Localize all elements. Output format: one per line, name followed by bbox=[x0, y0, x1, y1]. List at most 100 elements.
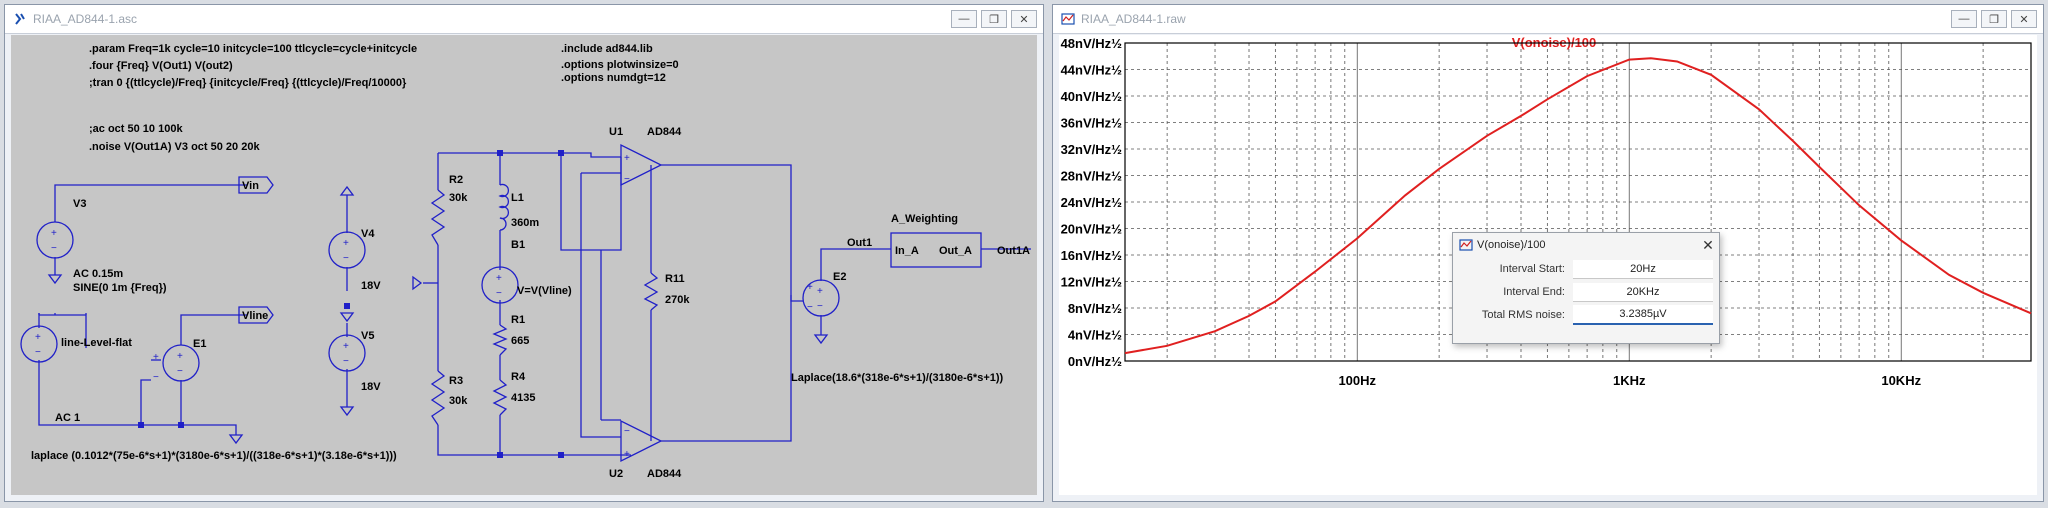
label-laplace-e2: Laplace(18.6*(318e-6*s+1)/(3180e-6*s+1)) bbox=[791, 372, 1004, 384]
label-laplace-e1: laplace (0.1012*(75e-6*s+1)*(3180e-6*s+1… bbox=[31, 450, 397, 462]
y-tick-label: 40nV/Hz½ bbox=[1061, 89, 1123, 104]
svg-text:+: + bbox=[153, 352, 159, 363]
restore-button[interactable]: ❐ bbox=[1981, 10, 2007, 28]
net-vin: Vin bbox=[242, 180, 259, 192]
label-v3: V3 bbox=[73, 198, 86, 210]
label-line-level: line-Level-flat bbox=[61, 337, 132, 349]
directive-tran[interactable]: ;tran 0 {(ttlcycle)/Freq} {initcycle/Fre… bbox=[89, 77, 407, 89]
svg-text:−: − bbox=[496, 288, 502, 299]
wires bbox=[38, 152, 1031, 456]
schematic-window[interactable]: RIAA_AD844-1.asc — ❐ ✕ .param Freq=1k cy… bbox=[4, 4, 1044, 502]
window-title: RIAA_AD844-1.raw bbox=[1081, 12, 1186, 26]
close-button[interactable]: ✕ bbox=[2011, 10, 2037, 28]
interval-end-field[interactable]: 20KHz bbox=[1573, 282, 1713, 302]
y-tick-label: 20nV/Hz½ bbox=[1061, 222, 1123, 237]
x-tick-label: 100Hz bbox=[1338, 373, 1376, 388]
y-axis-ticks: 0nV/Hz½ 4nV/Hz½ 8nV/Hz½ 12nV/Hz½ 16nV/Hz½ 20n… bbox=[1061, 36, 1123, 369]
label-r11: R11 bbox=[665, 273, 685, 285]
y-tick-label: 0nV/Hz½ bbox=[1068, 354, 1122, 369]
schematic-titlebar[interactable]: RIAA_AD844-1.asc — ❐ ✕ bbox=[5, 5, 1043, 34]
y-tick-label: 44nV/Hz½ bbox=[1061, 63, 1123, 78]
svg-text:+: + bbox=[35, 332, 41, 343]
y-tick-label: 8nV/Hz½ bbox=[1068, 301, 1122, 316]
label-u1: U1 bbox=[609, 126, 623, 138]
dialog-title: V(onoise)/100 bbox=[1477, 239, 1546, 251]
svg-text:−: − bbox=[343, 253, 349, 264]
svg-text:+: + bbox=[624, 449, 630, 460]
svg-text:−: − bbox=[343, 356, 349, 367]
restore-button[interactable]: ❐ bbox=[981, 10, 1007, 28]
y-tick-label: 48nV/Hz½ bbox=[1061, 36, 1123, 51]
label-b1: B1 bbox=[511, 239, 525, 251]
svg-text:+: + bbox=[343, 341, 349, 352]
label-b1-expr: V=V(Vline) bbox=[517, 285, 572, 297]
inductor bbox=[498, 183, 510, 231]
directive-four[interactable]: .four {Freq} V(Out1) V(out2) bbox=[89, 60, 233, 72]
label-e1: E1 bbox=[193, 338, 206, 350]
waveform-icon bbox=[1459, 239, 1473, 251]
schematic-canvas[interactable]: .param Freq=1k cycle=10 initcycle=100 tt… bbox=[11, 35, 1037, 495]
x-tick-label: 10KHz bbox=[1881, 373, 1921, 388]
label-v4: V4 bbox=[361, 228, 375, 240]
waveform-titlebar[interactable]: RIAA_AD844-1.raw — ❐ ✕ bbox=[1053, 5, 2043, 34]
label-v5-val: 18V bbox=[361, 381, 381, 393]
y-tick-label: 28nV/Hz½ bbox=[1061, 169, 1123, 184]
label-v3-ac: AC 0.15m bbox=[73, 268, 123, 280]
svg-text:+: + bbox=[817, 286, 823, 297]
label-r3: R3 bbox=[449, 375, 463, 387]
label-out1: Out1 bbox=[847, 237, 872, 249]
label-r1-val: 665 bbox=[511, 335, 529, 347]
label-r11-val: 270k bbox=[665, 294, 690, 306]
directive-param[interactable]: .param Freq=1k cycle=10 initcycle=100 tt… bbox=[89, 43, 417, 55]
interval-end-row: Interval End: 20KHz bbox=[1453, 281, 1719, 303]
label-u2-model: AD844 bbox=[647, 468, 682, 480]
y-tick-label: 16nV/Hz½ bbox=[1061, 248, 1123, 263]
label-e2: E2 bbox=[833, 271, 846, 283]
label-in-a: In_A bbox=[895, 245, 919, 257]
label-r4-val: 4135 bbox=[511, 392, 535, 404]
svg-text:−: − bbox=[177, 366, 183, 377]
interval-start-row: Interval Start: 20Hz bbox=[1453, 258, 1719, 280]
svg-text:+: + bbox=[624, 153, 630, 164]
label-v3-sine: SINE(0 1m {Freq}) bbox=[73, 282, 167, 294]
resistors bbox=[430, 189, 659, 426]
dialog-close-icon[interactable]: ✕ bbox=[1697, 237, 1719, 254]
x-axis-ticks: 100Hz 1KHz 10KHz bbox=[1338, 373, 1921, 388]
directive-numdgt[interactable]: .options numdgt=12 bbox=[561, 72, 666, 84]
window-title: RIAA_AD844-1.asc bbox=[33, 12, 138, 26]
rms-noise-dialog[interactable]: V(onoise)/100 ✕ Interval Start: 20Hz Int… bbox=[1452, 232, 1720, 344]
directive-include[interactable]: .include ad844.lib bbox=[561, 43, 653, 55]
schematic-drawing[interactable]: .param Freq=1k cycle=10 initcycle=100 tt… bbox=[11, 35, 1037, 495]
label-u2: U2 bbox=[609, 468, 623, 480]
label-r2: R2 bbox=[449, 174, 463, 186]
close-button[interactable]: ✕ bbox=[1011, 10, 1037, 28]
interval-start-label: Interval Start: bbox=[1499, 263, 1565, 275]
y-tick-label: 36nV/Hz½ bbox=[1061, 116, 1123, 131]
label-l1: L1 bbox=[511, 192, 524, 204]
net-vline: Vline bbox=[242, 310, 268, 322]
waveform-icon bbox=[1061, 13, 1075, 25]
label-l1-val: 360m bbox=[511, 217, 539, 229]
svg-text:−: − bbox=[35, 347, 41, 358]
directive-ac[interactable]: ;ac oct 50 10 100k bbox=[89, 123, 183, 135]
voltage-sources bbox=[20, 221, 840, 382]
y-tick-label: 24nV/Hz½ bbox=[1061, 195, 1123, 210]
y-tick-label: 4nV/Hz½ bbox=[1068, 328, 1122, 343]
label-r2-val: 30k bbox=[449, 192, 468, 204]
rms-label: Total RMS noise: bbox=[1481, 309, 1565, 321]
y-tick-label: 32nV/Hz½ bbox=[1061, 142, 1123, 157]
minimize-button[interactable]: — bbox=[951, 10, 977, 28]
label-r1: R1 bbox=[511, 314, 525, 326]
label-r3-val: 30k bbox=[449, 395, 468, 407]
dialog-header[interactable]: V(onoise)/100 ✕ bbox=[1453, 233, 1719, 257]
minimize-button[interactable]: — bbox=[1951, 10, 1977, 28]
y-tick-label: 12nV/Hz½ bbox=[1061, 275, 1123, 290]
rms-value-field[interactable]: 3.2385µV bbox=[1573, 305, 1713, 325]
label-u1-model: AD844 bbox=[647, 126, 682, 138]
interval-start-field[interactable]: 20Hz bbox=[1573, 259, 1713, 279]
directive-noise[interactable]: .noise V(Out1A) V3 oct 50 20 20k bbox=[89, 141, 260, 153]
x-tick-label: 1KHz bbox=[1613, 373, 1646, 388]
interval-end-label: Interval End: bbox=[1503, 286, 1565, 298]
source-signs: +− +− +− +− +− +− +− +− +− bbox=[35, 228, 823, 383]
directive-plotwinsize[interactable]: .options plotwinsize=0 bbox=[561, 59, 679, 71]
